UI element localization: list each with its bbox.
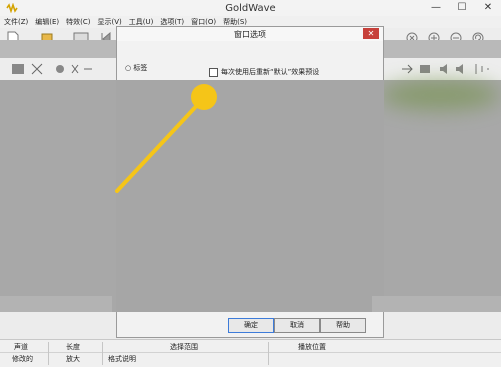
tutorial-pointer-icon: [115, 84, 217, 193]
